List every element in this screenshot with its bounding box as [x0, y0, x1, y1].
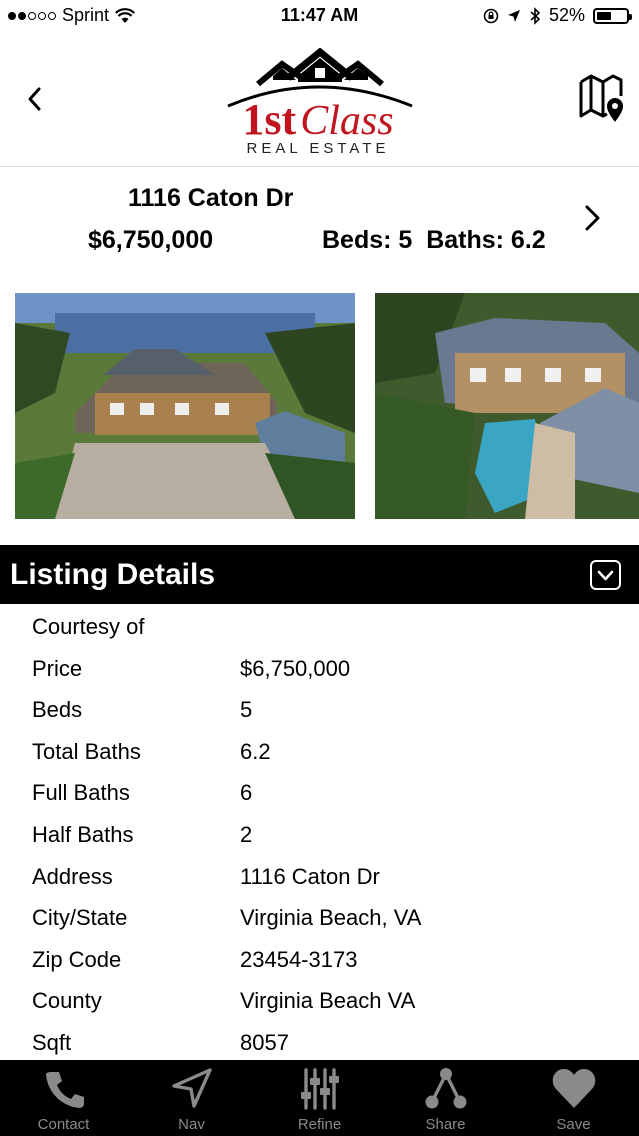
listing-details-table: Courtesy of Price $6,750,000 Beds 5 Tota… [0, 606, 639, 1061]
detail-label: County [32, 988, 102, 1014]
logo-subtitle: REAL ESTATE [246, 140, 390, 157]
detail-value: 5 [240, 697, 253, 723]
detail-row: County Virginia Beach VA [0, 980, 639, 1022]
detail-row: Zip Code 23454-3173 [0, 939, 639, 981]
brand-logo: 1stClass REAL ESTATE [218, 48, 418, 160]
detail-row: Courtesy of [0, 606, 639, 648]
detail-value: $6,750,000 [240, 655, 351, 681]
detail-row: Price $6,750,000 [0, 648, 639, 690]
bluetooth-icon [530, 6, 541, 25]
detail-row: Beds 5 [0, 689, 639, 731]
detail-label: Half Baths [32, 822, 134, 847]
tab-label: Save [556, 1116, 591, 1133]
logo-wordmark: 1stClass [242, 95, 394, 144]
detail-row: Address 1116 Caton Dr [0, 856, 639, 898]
battery-percent: 52% [548, 5, 585, 25]
detail-value: 6 [240, 780, 253, 806]
listing-photo[interactable] [15, 293, 355, 519]
detail-label: Courtesy of [32, 614, 145, 639]
detail-value: 1116 Caton Dr [240, 863, 380, 889]
listing-summary: 1116 Caton Dr $6,750,000 Beds: 5 Baths: … [0, 168, 639, 284]
listing-photo[interactable] [375, 293, 639, 519]
detail-value: Virginia Beach, VA [240, 905, 422, 931]
app-header: 1stClass REAL ESTATE [0, 34, 639, 167]
map-button[interactable] [577, 72, 629, 124]
detail-row: Half Baths 2 [0, 814, 639, 856]
chevron-left-icon [28, 87, 41, 111]
detail-value: Virginia Beach VA [240, 988, 416, 1014]
detail-row: Total Baths 6.2 [0, 731, 639, 773]
detail-value: 8057 [240, 1030, 289, 1055]
sliders-icon [300, 1068, 339, 1110]
detail-value: 23454-3173 [240, 946, 358, 972]
battery-icon [593, 7, 632, 24]
detail-label: Price [32, 655, 83, 681]
detail-label: Total Baths [32, 738, 141, 764]
tab-refine[interactable]: Refine [256, 1060, 383, 1136]
phone-icon [45, 1072, 84, 1108]
tab-contact[interactable]: Contact [0, 1060, 127, 1136]
chevron-right-icon [585, 205, 600, 231]
detail-label: Zip Code [32, 946, 122, 972]
bottom-tab-bar: Contact Nav Refine Share Save [0, 1060, 639, 1136]
back-button[interactable] [18, 82, 52, 116]
listing-address: 1116 Caton Dr [128, 184, 294, 212]
listing-price: $6,750,000 [88, 226, 214, 254]
tab-nav[interactable]: Nav [128, 1060, 255, 1136]
detail-label: Sqft [32, 1030, 72, 1055]
tab-share[interactable]: Share [382, 1060, 509, 1136]
detail-row: City/State Virginia Beach, VA [0, 897, 639, 939]
detail-label: Full Baths [32, 780, 130, 806]
orientation-lock-icon [483, 8, 499, 23]
heart-icon [552, 1069, 595, 1108]
detail-value: 2 [240, 822, 253, 847]
tab-label: Refine [297, 1116, 342, 1133]
detail-value: 6.2 [240, 738, 271, 764]
location-arrow-icon [507, 9, 520, 22]
detail-label: Address [32, 863, 113, 889]
tab-label: Share [425, 1116, 466, 1133]
status-bar: Sprint 11:47 AM 52% [0, 0, 639, 34]
section-title: Listing Details [10, 558, 216, 591]
listing-beds-baths: Beds: 5 Baths: 6.2 [322, 226, 546, 254]
map-pin-icon [579, 74, 623, 122]
chevron-down-icon [597, 570, 614, 581]
detail-row: Full Baths 6 [0, 772, 639, 814]
collapse-toggle-button[interactable] [590, 560, 621, 590]
status-right: 52% [483, 5, 632, 26]
tab-save[interactable]: Save [510, 1060, 637, 1136]
share-icon [425, 1068, 466, 1109]
tab-label: Contact [37, 1116, 90, 1133]
detail-row: Sqft 8057 [0, 1022, 639, 1061]
detail-label: City/State [32, 905, 128, 931]
navigation-arrow-icon [171, 1068, 212, 1108]
detail-label: Beds [32, 697, 83, 723]
listing-details-header[interactable]: Listing Details [0, 545, 639, 604]
next-listing-button[interactable] [578, 201, 608, 235]
tab-label: Nav [178, 1116, 205, 1133]
